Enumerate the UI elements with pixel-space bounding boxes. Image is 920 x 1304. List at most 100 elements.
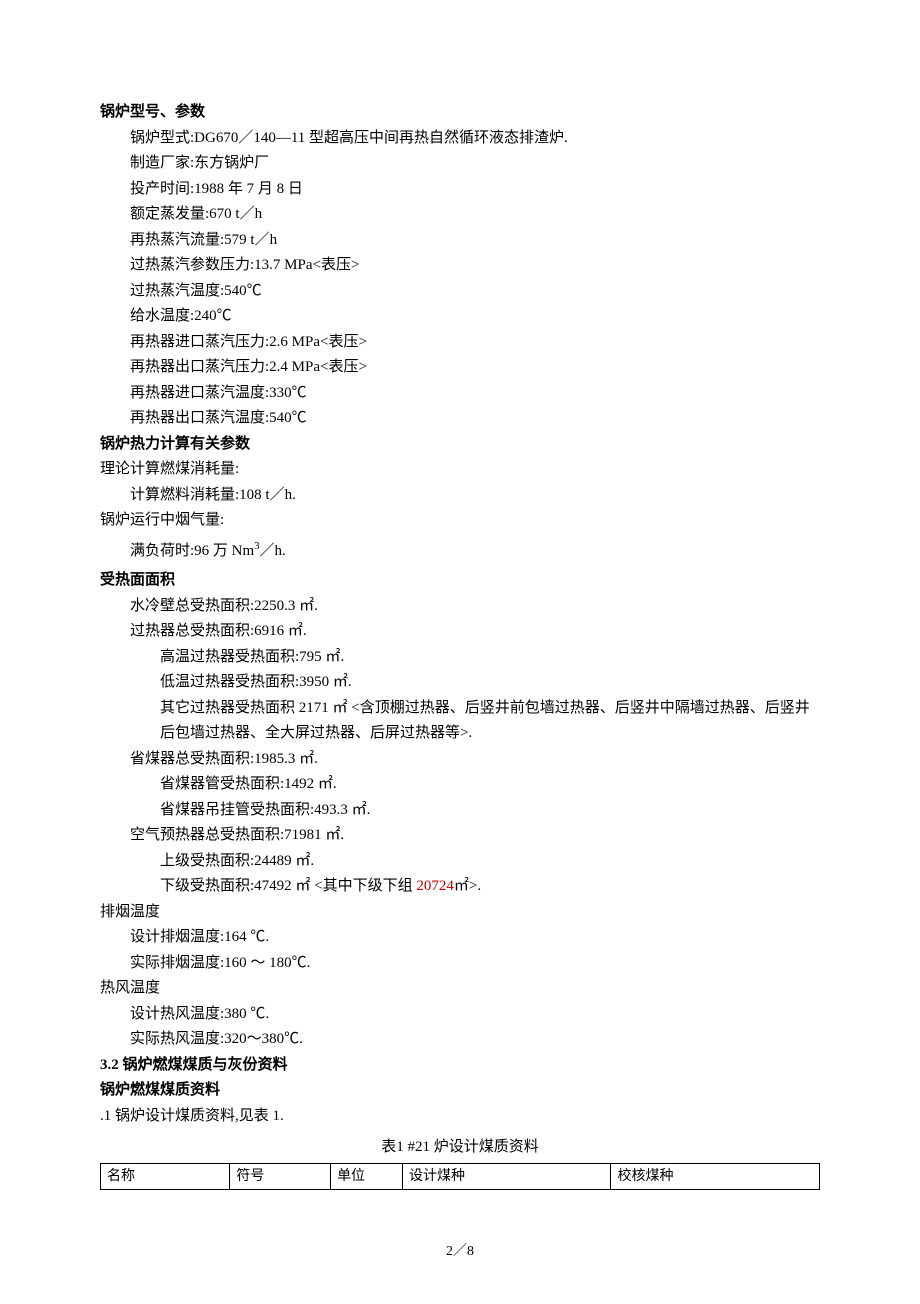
boiler-rh-out-temp: 再热器出口蒸汽温度:540℃ [130, 406, 820, 432]
thermal-gas: 锅炉运行中烟气量: [100, 508, 820, 534]
hotair-actual: 实际热风温度:320～380℃. [130, 1027, 820, 1053]
value: 6916 ㎡. [254, 623, 307, 639]
value: 13.7 MPa<表压> [254, 257, 359, 273]
label: 再热蒸汽流量: [130, 232, 224, 248]
boiler-date: 投产时间:1988 年 7 月 8 日 [130, 177, 820, 203]
label: 再热器出口蒸汽压力: [130, 359, 269, 375]
exhaust-design: 设计排烟温度:164 ℃. [130, 925, 820, 951]
hotair-design: 设计热风温度:380 ℃. [130, 1002, 820, 1028]
label: 空气预热器总受热面积: [130, 827, 284, 843]
label: 再热器进口蒸汽压力: [130, 334, 269, 350]
label: 实际热风温度: [130, 1031, 224, 1047]
label: 制造厂家: [130, 155, 194, 171]
boiler-sh-press: 过热蒸汽参数压力:13.7 MPa<表压> [130, 253, 820, 279]
label: 上级受热面积: [160, 853, 254, 869]
heading-coal-ash: 3.2 锅炉燃煤煤质与灰份资料 [100, 1053, 820, 1079]
boiler-rh-in-press: 再热器进口蒸汽压力:2.6 MPa<表压> [130, 330, 820, 356]
label: 设计排烟温度: [130, 929, 224, 945]
value: 579 t／h [224, 232, 277, 248]
table-caption: 表1 #21 炉设计煤质资料 [100, 1135, 820, 1161]
table-header-name: 名称 [101, 1163, 230, 1190]
label: 再热器出口蒸汽温度: [130, 410, 269, 426]
value: DG670／140—11 型超高压中间再热自然循环液态排渣炉. [194, 130, 568, 146]
value-pre: 47492 ㎡ <其中下级下组 [254, 878, 416, 894]
value: 330℃ [269, 385, 307, 401]
label: 其它过热器受热面积 [160, 700, 295, 716]
label: 锅炉型式: [130, 130, 194, 146]
table-header-unit: 单位 [331, 1163, 403, 1190]
value: 1985.3 ㎡. [254, 751, 318, 767]
value: 2.4 MPa<表压> [269, 359, 367, 375]
label: 过热蒸汽温度: [130, 283, 224, 299]
heading-heat-area: 受热面面积 [100, 568, 820, 594]
table-header-check: 校核煤种 [611, 1163, 820, 1190]
boiler-rh-in-temp: 再热器进口蒸汽温度:330℃ [130, 381, 820, 407]
heat-sh-low: 低温过热器受热面积:3950 ㎡. [160, 670, 820, 696]
value: 1492 ㎡. [284, 776, 337, 792]
value: 71981 ㎡. [284, 827, 344, 843]
label: 水冷壁总受热面积: [130, 598, 254, 614]
value: 2.6 MPa<表压> [269, 334, 367, 350]
value: 东方锅炉厂 [194, 155, 269, 171]
thermal-theory: 理论计算燃煤消耗量: [100, 457, 820, 483]
value: 3950 ㎡. [299, 674, 352, 690]
heat-sh-other: 其它过热器受热面积 2171 ㎡ <含顶棚过热器、后竖井前包墙过热器、后竖井中隔… [160, 696, 820, 747]
label: 给水温度: [130, 308, 194, 324]
thermal-fullload: 满负荷时:96 万 Nm3／h. [130, 538, 820, 565]
heat-aph-upper: 上级受热面积:24489 ㎡. [160, 849, 820, 875]
label: 省煤器总受热面积: [130, 751, 254, 767]
label: 低温过热器受热面积: [160, 674, 299, 690]
boiler-rh-out-press: 再热器出口蒸汽压力:2.4 MPa<表压> [130, 355, 820, 381]
boiler-reheat-flow: 再热蒸汽流量:579 t／h [130, 228, 820, 254]
label: 设计热风温度: [130, 1006, 224, 1022]
table-header-symbol: 符号 [230, 1163, 331, 1190]
heat-aph-lower: 下级受热面积:47492 ㎡ <其中下级下组 20724㎡>. [160, 874, 820, 900]
label: 投产时间: [130, 181, 194, 197]
boiler-type: 锅炉型式:DG670／140—11 型超高压中间再热自然循环液态排渣炉. [130, 126, 820, 152]
label: 下级受热面积: [160, 878, 254, 894]
label: 省煤器吊挂管受热面积: [160, 802, 314, 818]
heat-superheater: 过热器总受热面积:6916 ㎡. [130, 619, 820, 645]
thermal-fuel: 计算燃料消耗量:108 t／h. [130, 483, 820, 509]
exhaust-actual: 实际排烟温度:160 ～ 180℃. [130, 951, 820, 977]
table-header-design: 设计煤种 [402, 1163, 611, 1190]
value: 1988 年 7 月 8 日 [194, 181, 303, 197]
boiler-sh-temp: 过热蒸汽温度:540℃ [130, 279, 820, 305]
heading-boiler-params: 锅炉型号、参数 [100, 100, 820, 126]
boiler-evap: 额定蒸发量:670 t／h [130, 202, 820, 228]
heat-eco-hang: 省煤器吊挂管受热面积:493.3 ㎡. [160, 798, 820, 824]
value-post: ㎡>. [454, 878, 481, 894]
heat-economizer: 省煤器总受热面积:1985.3 ㎡. [130, 747, 820, 773]
value: 540℃ [224, 283, 262, 299]
value: 540℃ [269, 410, 307, 426]
label: 满负荷时: [130, 543, 194, 559]
label: 实际排烟温度: [130, 955, 224, 971]
page-number: 2／8 [100, 1240, 820, 1264]
value: 2250.3 ㎡. [254, 598, 318, 614]
value: 493.3 ㎡. [314, 802, 370, 818]
label: 再热器进口蒸汽温度: [130, 385, 269, 401]
table-row: 名称 符号 单位 设计煤种 校核煤种 [101, 1163, 820, 1190]
value: 24489 ㎡. [254, 853, 314, 869]
value-red: 20724 [416, 878, 454, 894]
heat-sh-high: 高温过热器受热面积:795 ㎡. [160, 645, 820, 671]
heat-waterwall: 水冷壁总受热面积:2250.3 ㎡. [130, 594, 820, 620]
heat-eco-tube: 省煤器管受热面积:1492 ㎡. [160, 772, 820, 798]
heat-aph: 空气预热器总受热面积:71981 ㎡. [130, 823, 820, 849]
value: 164 ℃. [224, 929, 269, 945]
coal-table: 名称 符号 单位 设计煤种 校核煤种 [100, 1163, 820, 1191]
heading-coal-data: 锅炉燃煤煤质资料 [100, 1078, 820, 1104]
value: 795 ㎡. [299, 649, 344, 665]
label: 计算燃料消耗量: [130, 487, 239, 503]
value: 670 t／h [209, 206, 262, 222]
label: 额定蒸发量: [130, 206, 209, 222]
label: 过热蒸汽参数压力: [130, 257, 254, 273]
value: 380 ℃. [224, 1006, 269, 1022]
coal-note: .1 锅炉设计煤质资料,见表 1. [100, 1104, 820, 1130]
label: 过热器总受热面积: [130, 623, 254, 639]
heading-thermal-calc: 锅炉热力计算有关参数 [100, 432, 820, 458]
label: 高温过热器受热面积: [160, 649, 299, 665]
value-post: ／h. [259, 543, 285, 559]
value: 160 ～ 180℃. [224, 955, 310, 971]
boiler-fw-temp: 给水温度:240℃ [130, 304, 820, 330]
